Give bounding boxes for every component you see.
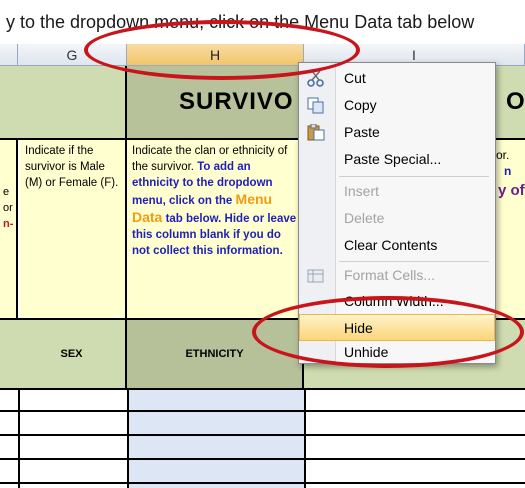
menu-item-label: Insert xyxy=(344,183,380,199)
copy-icon xyxy=(307,97,324,114)
sex-header-cell: SEX xyxy=(0,320,127,388)
format-cells-icon xyxy=(307,269,324,283)
right-fragment-3: y of xyxy=(498,182,525,199)
column-divider xyxy=(304,390,306,488)
row-divider xyxy=(0,434,525,436)
menu-item-insert[interactable]: Insert xyxy=(299,178,495,205)
description-cell-f: e or n- xyxy=(0,140,18,318)
row-divider xyxy=(0,482,525,484)
menu-item-format-cells[interactable]: Format Cells... xyxy=(299,262,495,289)
selected-column-cells[interactable] xyxy=(127,390,304,488)
sex-description: Indicate if the survivor is Male (M) or … xyxy=(20,140,127,318)
menu-separator xyxy=(339,176,489,177)
column-divider xyxy=(127,390,129,488)
left-fragment-3: n- xyxy=(3,218,14,230)
banner-cell-left xyxy=(0,66,127,138)
right-fragment-1: or. xyxy=(496,148,510,162)
menu-item-label: Clear Contents xyxy=(344,237,438,253)
right-fragment-2: n xyxy=(504,164,512,178)
banner-title-fragment: O xyxy=(506,88,525,115)
menu-item-label: Cut xyxy=(344,70,366,86)
menu-item-label: Delete xyxy=(344,210,385,226)
menu-item-label: Copy xyxy=(344,97,377,113)
paste-icon xyxy=(307,124,325,141)
annotation-oval-column-h xyxy=(84,20,360,80)
left-fragment-2: or xyxy=(3,202,13,214)
ethnicity-description: Indicate the clan or ethnicity of the su… xyxy=(127,140,304,318)
menu-item-label: Paste Special... xyxy=(344,151,442,167)
row-divider xyxy=(0,458,525,460)
data-rows xyxy=(0,390,525,488)
row-divider xyxy=(0,410,525,412)
menu-item-delete[interactable]: Delete xyxy=(299,205,495,232)
menu-item-paste[interactable]: Paste xyxy=(299,119,495,146)
column-divider xyxy=(18,390,20,488)
sex-header: SEX xyxy=(60,348,83,360)
menu-item-label: Paste xyxy=(344,124,380,140)
left-fragment-1: e xyxy=(3,186,10,198)
annotation-oval-hide xyxy=(252,296,524,368)
menu-item-copy[interactable]: Copy xyxy=(299,92,495,119)
banner-title: SURVIVO xyxy=(179,88,294,115)
column-header-f[interactable] xyxy=(0,44,18,66)
menu-item-clear-contents[interactable]: Clear Contents xyxy=(299,232,495,259)
menu-item-paste-special[interactable]: Paste Special... xyxy=(299,146,495,173)
menu-item-label: Format Cells... xyxy=(344,267,436,283)
